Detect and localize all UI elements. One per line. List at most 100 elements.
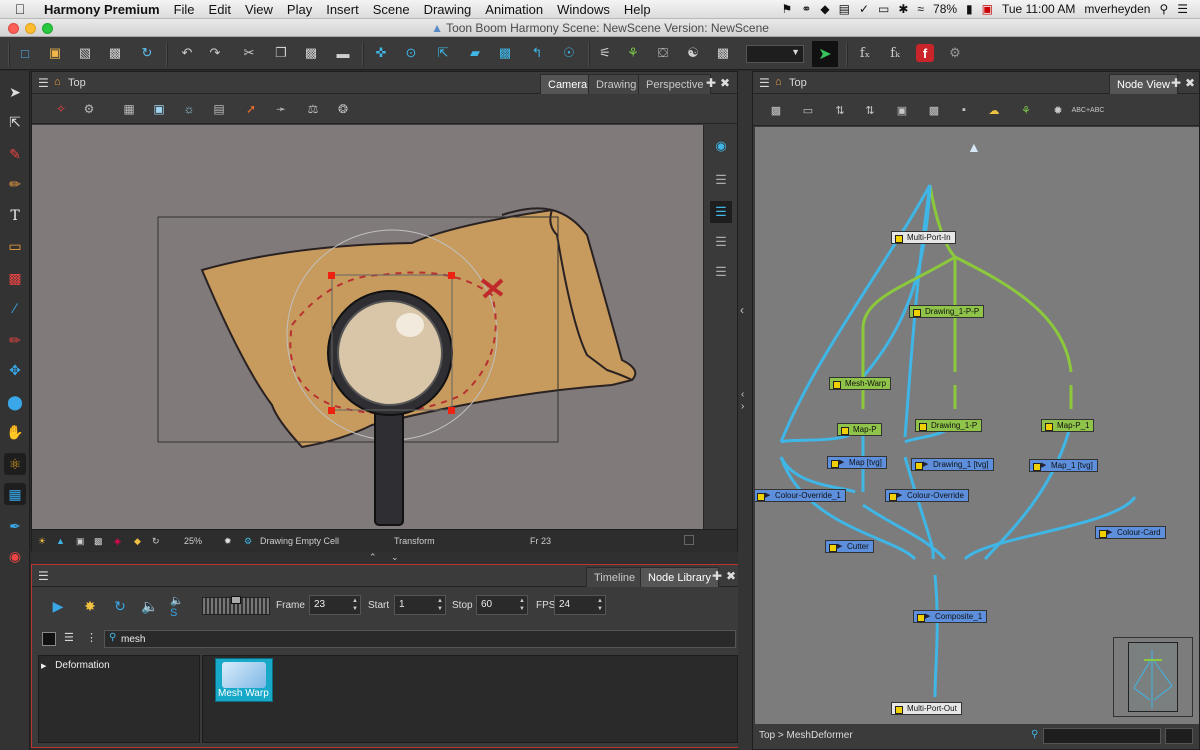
scale-tool-icon[interactable]: ⇱ — [434, 44, 452, 62]
wifi-icon[interactable]: ≈ — [917, 2, 924, 16]
close-panel-icon[interactable]: ✖ — [720, 76, 730, 90]
status-checkbox[interactable] — [684, 535, 694, 545]
parent-level-arrow-icon[interactable]: ▲ — [967, 139, 981, 155]
checkmark-icon[interactable]: ✓ — [859, 2, 869, 16]
collapse-down-icon[interactable]: ⌄ — [391, 552, 399, 563]
battery-icon[interactable]: ▮ — [966, 2, 973, 16]
list-view-icon[interactable]: ☰ — [64, 631, 74, 644]
node-map-1-tvg[interactable]: Map_1 [tvg] — [1029, 459, 1098, 472]
save-icon[interactable]: ▧ — [76, 44, 94, 62]
grid-icon[interactable]: ▦ — [120, 100, 138, 118]
node-colour-card[interactable]: Colour-Card — [1095, 526, 1166, 539]
clock[interactable]: Tue 11:00 AM — [1002, 2, 1075, 16]
deformer-dropdown[interactable]: ▼ — [746, 45, 804, 63]
zoom-combo[interactable] — [1165, 728, 1193, 744]
horizontal-splitter[interactable]: ⌃ ⌄ — [31, 552, 738, 564]
eraser-icon[interactable]: ▭ — [4, 235, 26, 257]
airplay-icon[interactable]: ▭ — [878, 2, 889, 16]
node-search-input[interactable] — [1043, 728, 1161, 744]
morph-tool-icon[interactable]: ⬤ — [4, 391, 26, 413]
symmetry-icon[interactable]: ⚖ — [304, 100, 322, 118]
library-close-icon[interactable]: ✖ — [726, 569, 736, 583]
creative-cloud-icon[interactable]: ⚭ — [801, 2, 811, 16]
canada-flag-icon[interactable]: ▣ — [982, 2, 993, 16]
gear-status-icon[interactable]: ⚙ — [244, 536, 252, 547]
ungroup-icon[interactable]: ▩ — [925, 102, 943, 118]
envelope-deformer-icon[interactable]: ▩ — [714, 44, 732, 62]
lightbulb-icon[interactable]: ☀ — [38, 536, 46, 547]
tab-node-library[interactable]: Node Library — [640, 567, 719, 587]
spotlight-icon[interactable]: ⚲ — [1159, 2, 1168, 16]
library-search-input[interactable]: ⚲ mesh — [104, 630, 736, 648]
contour-editor-icon[interactable]: ⇱ — [4, 111, 26, 133]
vertical-splitter[interactable]: ‹ ‹ › — [738, 71, 752, 750]
notes-icon[interactable]: ▤ — [839, 2, 850, 16]
library-add-view-icon[interactable]: ✚ — [712, 569, 722, 583]
all-layers-icon[interactable]: ☰ — [710, 261, 732, 283]
notification-center-icon[interactable]: ☰ — [1177, 2, 1188, 16]
undo-icon[interactable]: ↶ — [178, 44, 196, 62]
paint-bucket-icon[interactable]: ▩ — [4, 267, 26, 289]
camera-mask-icon[interactable]: ▩ — [94, 536, 103, 547]
camera-stage[interactable] — [32, 125, 703, 529]
play-icon[interactable]: ▶ — [48, 596, 68, 616]
redo-icon[interactable]: ↷ — [206, 44, 224, 62]
menu-view[interactable]: View — [238, 2, 280, 17]
close-window-icon[interactable] — [8, 23, 19, 34]
cloud-icon[interactable]: ☁ — [985, 102, 1003, 118]
shift-and-trace-icon[interactable]: ➚ — [242, 100, 260, 118]
colour-art-layer-icon[interactable]: ☰ — [710, 231, 732, 253]
menu-drawing[interactable]: Drawing — [417, 2, 479, 17]
frame-spinner-icon[interactable]: ▲ ▼ — [352, 597, 358, 613]
node-drawing-1-p[interactable]: Drawing_1-P — [915, 419, 983, 432]
stop-spinner-icon[interactable]: ▲ ▼ — [519, 597, 525, 613]
fps-spinner-icon[interactable]: ▲ ▼ — [597, 597, 603, 613]
open-folder-icon[interactable]: ▣ — [46, 44, 64, 62]
line-art-layer-icon[interactable]: ☰ — [710, 201, 732, 223]
rigging-tool-icon[interactable]: ⚛ — [4, 453, 26, 475]
lock-icon[interactable]: ◆ — [134, 536, 141, 547]
cut-icon[interactable]: ✂ — [240, 44, 258, 62]
slider-handle[interactable] — [231, 596, 241, 604]
tab-timeline[interactable]: Timeline — [586, 567, 644, 587]
frame-field[interactable]: 23 ▲ ▼ — [309, 595, 361, 615]
spline-offset-icon[interactable]: ↰ — [528, 44, 546, 62]
menu-insert[interactable]: Insert — [319, 2, 366, 17]
node-map-tvg[interactable]: Map [tvg] — [827, 456, 887, 469]
rotate-tool-icon[interactable]: ⊙ — [402, 44, 420, 62]
transform-tool-icon[interactable]: ✜ — [372, 44, 390, 62]
sound-icon[interactable]: 🔈 — [140, 596, 160, 616]
node-map-p[interactable]: Map-P — [837, 423, 882, 436]
transform-box-icon[interactable]: ▦ — [4, 483, 26, 505]
bone-tool-icon[interactable]: ⚟ — [596, 44, 614, 62]
fps-field[interactable]: 24 ▲ ▼ — [554, 595, 606, 615]
add-view-icon[interactable]: ✚ — [706, 76, 716, 90]
node-map-p-1[interactable]: Map-P_1 — [1041, 419, 1095, 432]
move-up-icon[interactable]: ⇅ — [831, 102, 849, 118]
tab-node-view[interactable]: Node View — [1109, 74, 1178, 94]
view-settings-gear-icon[interactable]: ⚙ — [80, 100, 98, 118]
node-colour-override[interactable]: Colour-Override — [885, 489, 969, 502]
minimize-window-icon[interactable] — [25, 23, 36, 34]
peg-node-icon[interactable]: ⚘ — [1017, 102, 1035, 118]
node-drawing-1-tvg[interactable]: Drawing_1 [tvg] — [911, 458, 994, 471]
rotate-view-icon[interactable]: ↻ — [152, 536, 160, 547]
battery-percent[interactable]: 78% — [933, 2, 957, 16]
node-cutter[interactable]: Cutter — [825, 540, 874, 553]
select-arrow-icon[interactable]: ➤ — [4, 81, 26, 103]
settings-gear-icon[interactable]: ⚙ — [946, 44, 964, 62]
paste-icon[interactable]: ▩ — [302, 44, 320, 62]
chevron-right-icon[interactable]: ▶ — [41, 663, 46, 670]
light-table-icon[interactable]: ▤ — [210, 100, 228, 118]
add-node-icon[interactable]: ▩ — [767, 102, 785, 118]
brush-icon[interactable]: ✎ — [4, 143, 26, 165]
app-name-menu[interactable]: Harmony Premium — [40, 2, 167, 17]
node-colour-override-1[interactable]: Colour-Override_1 — [755, 489, 846, 502]
node-path[interactable]: Top > MeshDeformer — [759, 730, 853, 741]
node-canvas[interactable]: ▲ Multi-Port-In Drawing_1-P-P Mesh-Warp … — [755, 127, 1199, 724]
ik-tool-icon[interactable]: ☉ — [560, 44, 578, 62]
menu-edit[interactable]: Edit — [202, 2, 238, 17]
sort-icon[interactable]: ⇅ — [861, 102, 879, 118]
apple-icon[interactable]:  — [0, 1, 40, 17]
frame-icon[interactable]: ▣ — [76, 536, 85, 547]
